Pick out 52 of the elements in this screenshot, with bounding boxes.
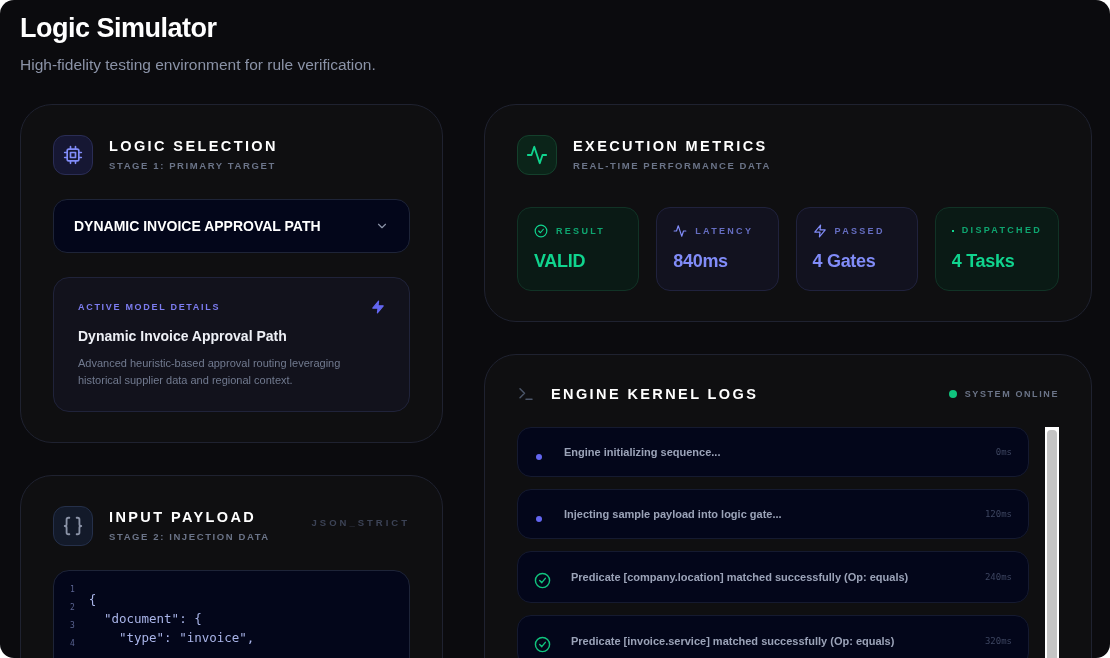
select-value: DYNAMIC INVOICE APPROVAL PATH bbox=[74, 216, 321, 236]
card-title: ENGINE KERNEL LOGS bbox=[551, 385, 760, 403]
model-name: Dynamic Invoice Approval Path bbox=[78, 327, 288, 347]
log-time: 320ms bbox=[984, 634, 1012, 648]
code-line: "type": "invoice", bbox=[117, 629, 255, 648]
format-label: JSON_STRICT bbox=[311, 516, 410, 530]
log-time: 0ms bbox=[995, 445, 1012, 459]
line-number: 2 bbox=[70, 602, 75, 615]
metric-label: LATENCY bbox=[695, 224, 754, 238]
line-number: 4 bbox=[70, 638, 75, 651]
braces-icon bbox=[62, 515, 84, 538]
card-subtitle: STAGE 1: PRIMARY TARGET bbox=[109, 159, 277, 173]
pulse-icon bbox=[673, 224, 688, 239]
page-subtitle: High-fidelity testing environment for rule verification. bbox=[20, 55, 377, 75]
card-subtitle: STAGE 2: INJECTION DATA bbox=[109, 530, 271, 544]
log-message: Injecting sample payload into logic gate... bbox=[564, 507, 783, 522]
log-message: Engine initializing sequence... bbox=[564, 445, 722, 460]
metric-value: 4 Gates bbox=[812, 250, 877, 274]
card-title: INPUT PAYLOAD bbox=[109, 509, 258, 527]
metric-value: VALID bbox=[534, 250, 587, 274]
model-description: Advanced heuristic-based approval routing leveraging historical supplier data and regional context. bbox=[78, 356, 342, 389]
check-circle-icon bbox=[534, 224, 548, 239]
check-circle-icon bbox=[534, 635, 551, 653]
log-time: 120ms bbox=[984, 507, 1012, 521]
card-title: LOGIC SELECTION bbox=[109, 138, 279, 156]
log-message: Predicate [company.location] matched successfully (Op: equals) bbox=[571, 570, 910, 585]
metric-label: DISPATCHED bbox=[961, 224, 1042, 238]
card-title: EXECUTION METRICS bbox=[573, 138, 769, 156]
details-label: ACTIVE MODEL DETAILS bbox=[78, 300, 221, 314]
line-number: 1 bbox=[70, 584, 75, 597]
code-line: "document": { bbox=[102, 610, 203, 629]
status-dot bbox=[948, 390, 957, 399]
model-select[interactable]: DYNAMIC INVOICE APPROVAL PATH bbox=[53, 199, 410, 254]
code-editor[interactable]: 1 2 3 4 { "document": { "type": "invoice", bbox=[53, 570, 410, 658]
log-message: Predicate [invoice.service] matched successfully (Op: equals) bbox=[571, 634, 896, 649]
pulse-icon bbox=[526, 144, 548, 167]
pending-dot bbox=[536, 516, 542, 523]
pending-dot bbox=[536, 454, 542, 461]
page-title: Logic Simulator bbox=[20, 12, 218, 44]
chip-icon bbox=[63, 145, 83, 166]
metric-label: PASSED bbox=[834, 224, 885, 238]
metric-value: 4 Tasks bbox=[951, 249, 1016, 273]
log-time: 240ms bbox=[984, 570, 1012, 584]
line-number: 3 bbox=[70, 620, 75, 633]
bolt-icon bbox=[812, 224, 827, 239]
card-subtitle: REAL-TIME PERFORMANCE DATA bbox=[573, 159, 772, 173]
metric-label: RESULT bbox=[556, 224, 606, 238]
metric-value: 840ms bbox=[673, 250, 729, 274]
code-line: { bbox=[88, 591, 98, 610]
status-label: SYSTEM ONLINE bbox=[964, 387, 1059, 401]
bolt-icon bbox=[371, 300, 385, 315]
check-circle-icon bbox=[534, 571, 551, 589]
